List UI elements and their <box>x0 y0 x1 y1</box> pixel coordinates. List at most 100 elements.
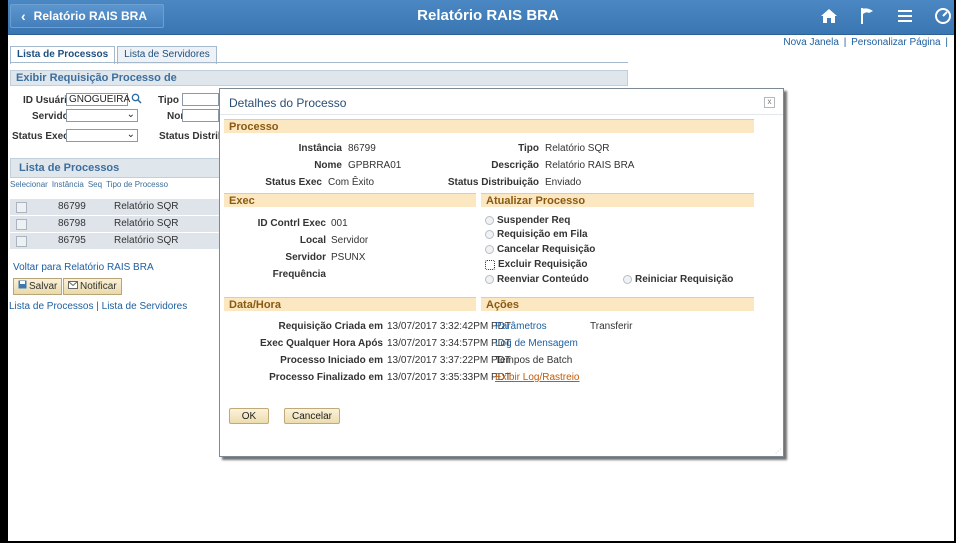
radio-button[interactable] <box>485 275 494 284</box>
radio-button[interactable] <box>485 245 494 254</box>
envelope-icon <box>68 280 78 294</box>
radio-label: Suspender Req <box>497 215 571 226</box>
batch-times-text: Tempos de Batch <box>495 355 573 366</box>
server-label: Servidor <box>285 252 326 263</box>
top-banner: ‹ Relatório RAIS BRA Relatório RAIS BRA <box>8 0 954 35</box>
chevron-left-icon: ‹ <box>21 8 26 24</box>
radio-label: Cancelar Requisição <box>497 244 596 255</box>
table-row: 86798 Relatório SQR <box>10 216 220 233</box>
exec-control-id-label: ID Contrl Exec <box>257 218 326 229</box>
server-value: PSUNX <box>331 252 366 263</box>
radio-label: Requisição em Fila <box>497 229 588 240</box>
frequency-label: Frequência <box>272 269 326 280</box>
instance-label: Instância <box>298 143 342 154</box>
status-exec-select[interactable]: ⌄ <box>66 129 138 142</box>
status-exec-label: Status Exec <box>265 177 322 188</box>
type-value: Relatório SQR <box>545 143 610 154</box>
window-frame-left <box>0 0 8 543</box>
update-process-section-header: Atualizar Processo <box>481 193 754 207</box>
radio-label: Excluir Requisição <box>498 259 588 270</box>
name-value: GPBRRA01 <box>348 160 402 171</box>
queue-request-radio[interactable]: Requisição em Fila <box>485 229 588 240</box>
process-details-modal: Detalhes do Processo x Processo Instânci… <box>219 88 784 457</box>
view-log-trace-link[interactable]: Exibir Log/Rastreio <box>495 372 579 383</box>
resend-content-radio[interactable]: Reenviar Conteúdo <box>485 274 589 285</box>
process-list-columns: Selecionar Instância Seq Tipo de Process… <box>10 180 220 193</box>
close-icon[interactable]: x <box>764 97 775 108</box>
link-separator-trailing: | <box>945 37 948 48</box>
user-id-input[interactable]: GNOGUEIRA <box>66 93 130 106</box>
column-header[interactable]: Tipo de Processo <box>106 180 168 193</box>
process-finished-value: 13/07/2017 3:35:33PM PDT <box>387 372 511 383</box>
new-window-link[interactable]: Nova Janela <box>783 37 839 48</box>
request-created-value: 13/07/2017 3:32:42PM PDT <box>387 321 511 332</box>
column-header[interactable]: Seq <box>88 180 102 193</box>
run-anytime-after-label: Exec Qualquer Hora Após <box>260 338 383 349</box>
local-label: Local <box>299 235 326 246</box>
ok-button[interactable]: OK <box>229 408 269 424</box>
personalize-page-link[interactable]: Personalizar Página <box>851 37 941 48</box>
save-icon <box>18 280 27 294</box>
page-title: Relatório RAIS BRA <box>417 7 559 24</box>
status-distribution-label: Status Distribuição <box>447 177 539 188</box>
exec-control-id-value: 001 <box>331 218 348 229</box>
bottom-links[interactable]: Lista de Processos | Lista de Servidores <box>9 301 187 312</box>
modal-title-divider <box>220 114 783 115</box>
row-checkbox[interactable] <box>16 202 27 213</box>
instance-value: 86799 <box>348 143 376 154</box>
row-checkbox[interactable] <box>16 219 27 230</box>
transfer-text: Transferir <box>590 321 633 332</box>
menu-icon[interactable] <box>894 5 916 27</box>
name-input[interactable] <box>182 109 219 122</box>
radio-button[interactable] <box>485 259 495 270</box>
lookup-icon[interactable] <box>131 93 142 107</box>
parameters-link[interactable]: Parâmetros <box>495 321 547 332</box>
cancel-button[interactable]: Cancelar <box>284 408 340 424</box>
top-links: Nova Janela | Personalizar Página | <box>783 37 950 48</box>
row-instance: 86795 <box>58 235 86 246</box>
radio-button[interactable] <box>485 216 494 225</box>
row-instance: 86799 <box>58 201 86 212</box>
server-select[interactable]: ⌄ <box>66 109 138 122</box>
restart-request-radio[interactable]: Reiniciar Requisição <box>623 274 733 285</box>
process-started-value: 13/07/2017 3:37:22PM PDT <box>387 355 511 366</box>
message-log-link[interactable]: Log de Mensagem <box>495 338 578 349</box>
row-type: Relatório SQR <box>114 201 179 212</box>
save-button[interactable]: Salvar <box>13 278 63 295</box>
description-value: Relatório RAIS BRA <box>545 160 635 171</box>
notify-button[interactable]: Notificar <box>63 278 122 295</box>
row-type: Relatório SQR <box>114 235 179 246</box>
notify-button-label: Notificar <box>80 280 117 292</box>
process-started-label: Processo Iniciado em <box>280 355 383 366</box>
suspend-request-radio[interactable]: Suspender Req <box>485 215 570 226</box>
navbar-icon[interactable] <box>932 5 954 27</box>
back-button[interactable]: ‹ Relatório RAIS BRA <box>10 4 164 28</box>
row-type: Relatório SQR <box>114 218 179 229</box>
type-select[interactable] <box>182 93 219 106</box>
radio-button[interactable] <box>623 275 632 284</box>
link-separator: | <box>843 37 847 48</box>
chevron-down-icon: ⌄ <box>126 129 135 140</box>
flag-icon[interactable] <box>856 5 878 27</box>
process-finished-label: Processo Finalizado em <box>269 372 383 383</box>
process-list-header: Lista de Processos <box>10 158 220 178</box>
local-value: Servidor <box>331 235 369 246</box>
exec-section-header: Exec <box>224 193 476 207</box>
column-header[interactable]: Selecionar <box>10 180 48 193</box>
type-label: Tipo <box>158 95 179 106</box>
status-exec-label: Status Exec <box>12 131 69 142</box>
modal-title: Detalhes do Processo <box>229 96 347 110</box>
resize-grip-icon[interactable]: ⋰ <box>775 448 781 455</box>
datetime-section-header: Data/Hora <box>224 297 476 311</box>
back-to-report-link[interactable]: Voltar para Relatório RAIS BRA <box>13 262 154 273</box>
radio-button[interactable] <box>485 230 494 239</box>
status-distribution-value: Enviado <box>545 177 582 188</box>
home-icon[interactable] <box>818 5 840 27</box>
cancel-request-radio[interactable]: Cancelar Requisição <box>485 244 595 255</box>
request-section-header: Exibir Requisição Processo de <box>10 70 628 86</box>
delete-request-radio[interactable]: Excluir Requisição <box>485 259 587 270</box>
banner-icon-bar <box>818 5 954 27</box>
description-label: Descrição <box>491 160 539 171</box>
row-checkbox[interactable] <box>16 236 27 247</box>
column-header[interactable]: Instância <box>52 180 84 193</box>
